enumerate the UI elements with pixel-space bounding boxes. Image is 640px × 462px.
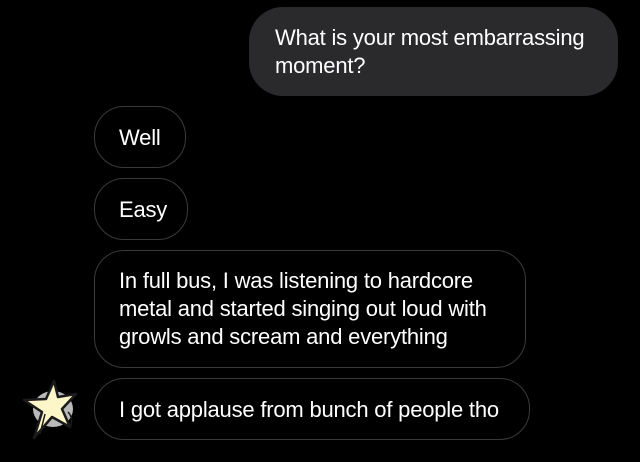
received-message-bubble[interactable]: Easy	[94, 178, 188, 240]
sparkle-star-sticker-icon[interactable]	[20, 378, 82, 440]
sent-message-bubble[interactable]: What is your most embarrassing moment?	[249, 7, 618, 96]
received-message-bubble[interactable]: I got applause from bunch of people tho	[94, 378, 530, 440]
message-text: Easy	[119, 197, 168, 222]
message-text: In full bus, I was listening to hardcore…	[119, 268, 487, 349]
received-message-bubble[interactable]: Well	[94, 106, 186, 168]
message-text: Well	[119, 125, 161, 150]
message-text: I got applause from bunch of people tho	[119, 397, 499, 422]
message-text: What is your most embarrassing moment?	[275, 25, 585, 78]
received-message-bubble[interactable]: In full bus, I was listening to hardcore…	[94, 250, 526, 368]
chat-thread: What is your most embarrassing moment? W…	[0, 0, 640, 462]
